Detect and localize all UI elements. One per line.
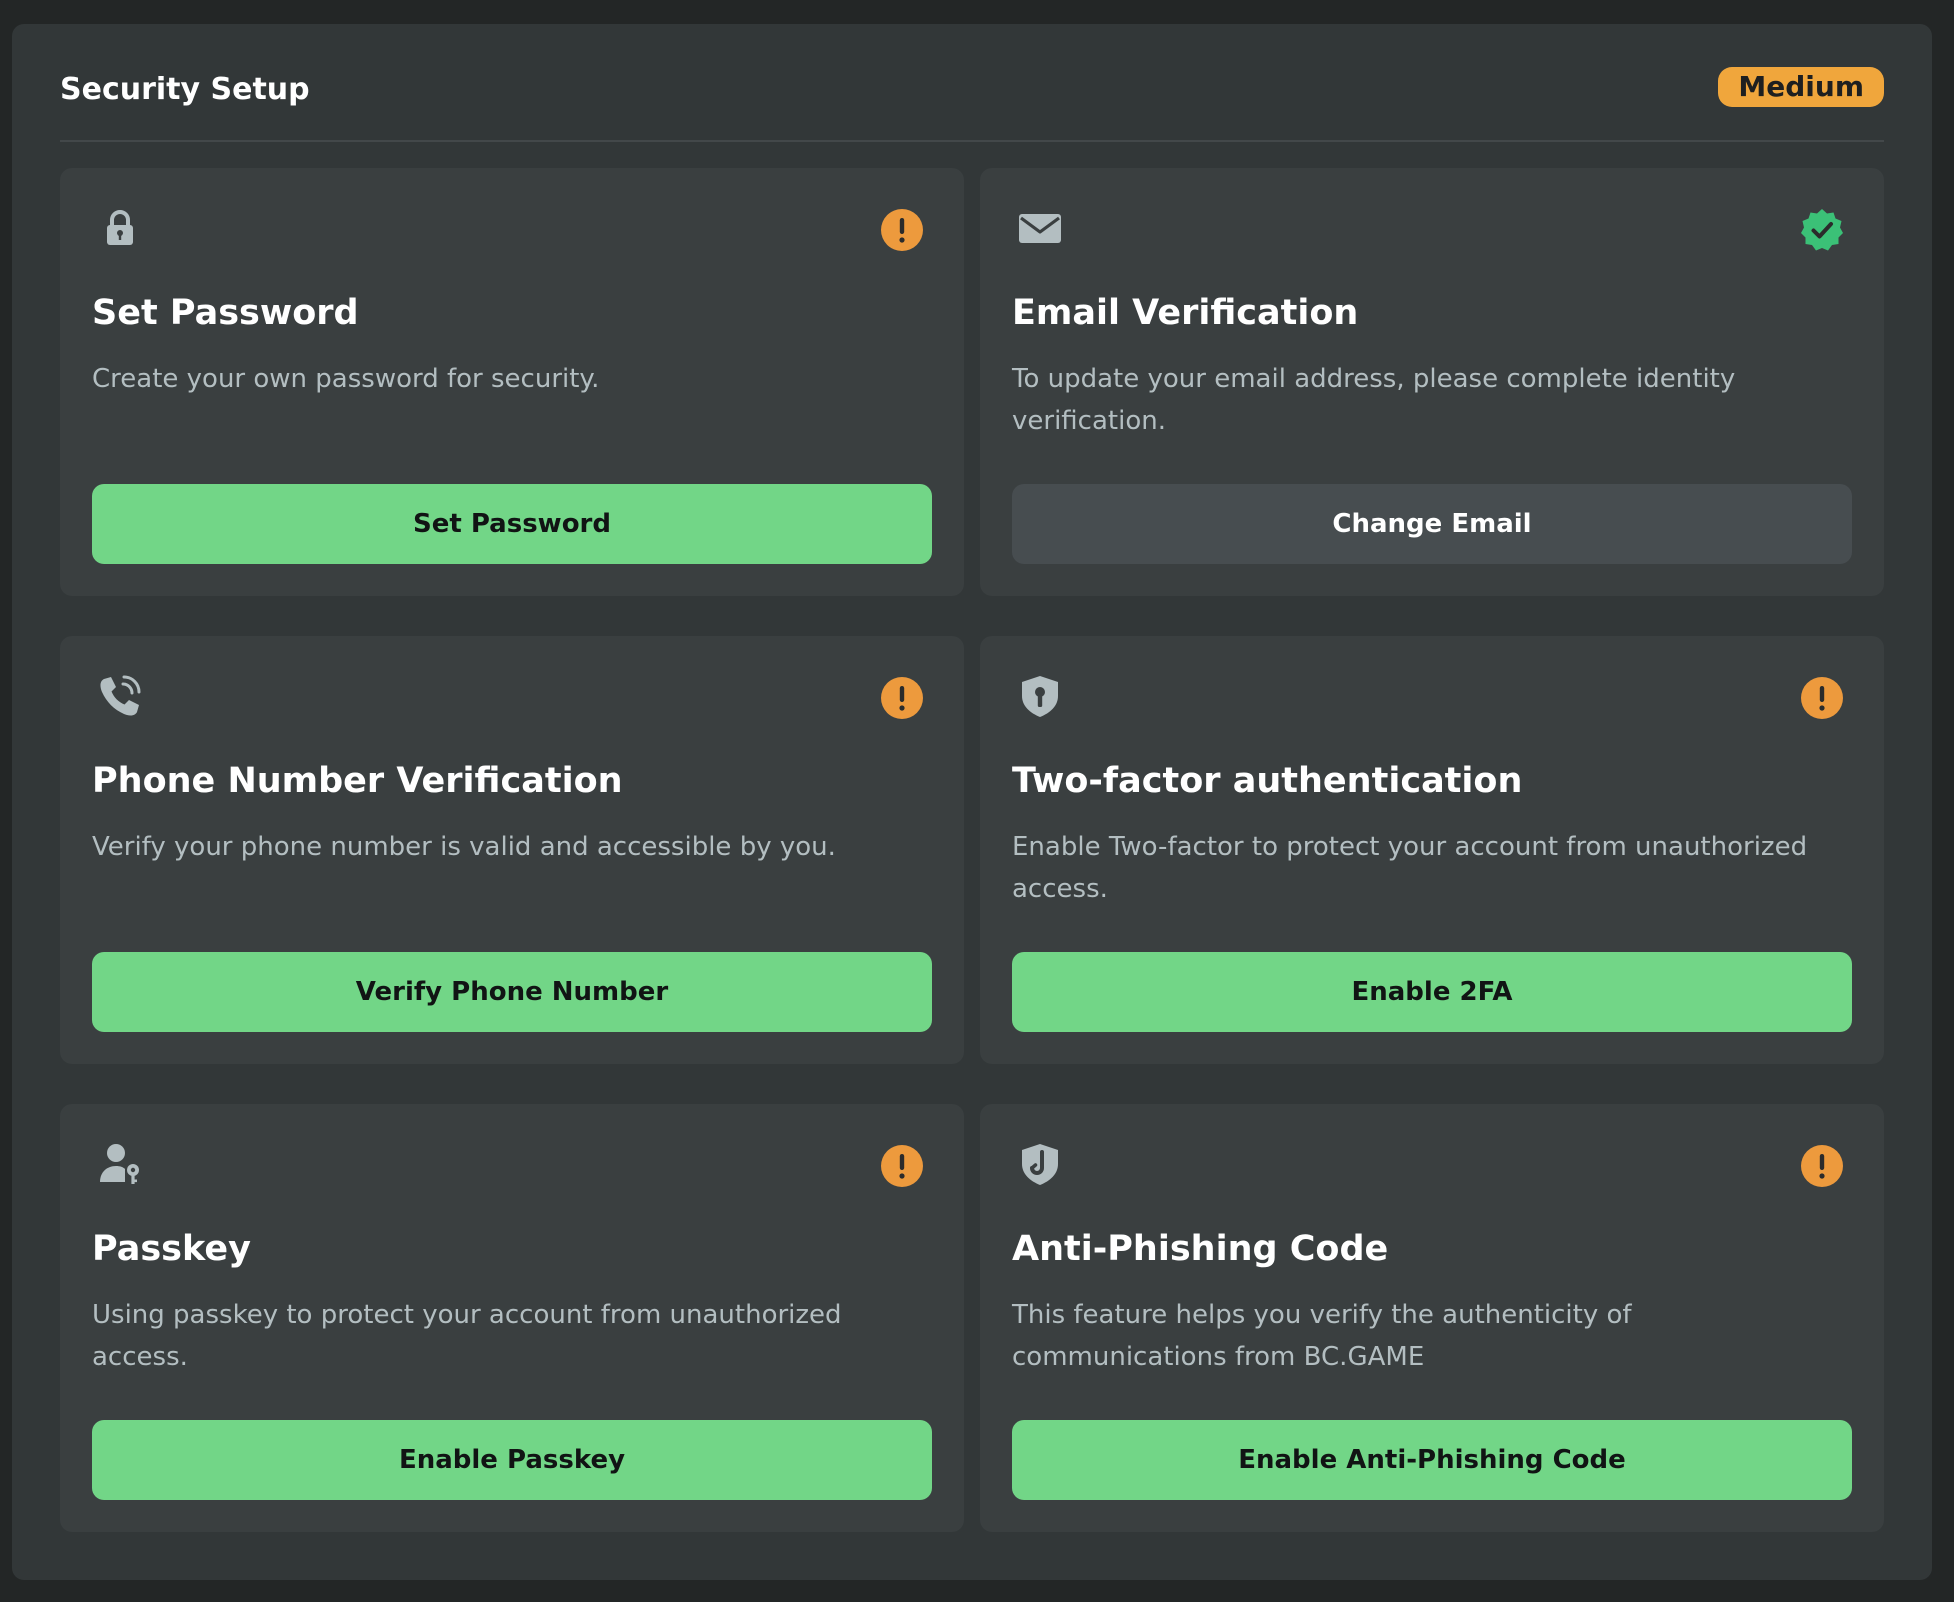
- enable-2fa-button[interactable]: Enable 2FA: [1012, 952, 1852, 1032]
- phone-verification-card: Phone Number Verification Verify your ph…: [60, 636, 964, 1064]
- page-title: Security Setup: [60, 72, 310, 107]
- warning-status-icon: [1800, 676, 1844, 720]
- two-factor-card: Two-factor authentication Enable Two-fac…: [980, 636, 1884, 1064]
- card-description: Using passkey to protect your account fr…: [92, 1300, 842, 1372]
- card-description: To update your email address, please com…: [1012, 364, 1736, 436]
- enable-passkey-button[interactable]: Enable Passkey: [92, 1420, 932, 1500]
- warning-status-icon: [880, 1144, 924, 1188]
- card-title: Phone Number Verification: [92, 761, 623, 801]
- card-title: Two-factor authentication: [1012, 761, 1523, 801]
- security-setup-panel: Security Setup Medium Set Password Creat…: [12, 24, 1932, 1580]
- email-verification-card: Email Verification To update your email …: [980, 168, 1884, 596]
- lock-icon: [98, 206, 142, 250]
- card-description: Create your own password for security.: [92, 364, 600, 394]
- card-description: Verify your phone number is valid and ac…: [92, 832, 836, 862]
- security-level-badge: Medium: [1718, 67, 1884, 107]
- verify-phone-button[interactable]: Verify Phone Number: [92, 952, 932, 1032]
- phone-icon: [98, 674, 142, 718]
- warning-status-icon: [880, 208, 924, 252]
- set-password-button[interactable]: Set Password: [92, 484, 932, 564]
- warning-status-icon: [880, 676, 924, 720]
- enable-anti-phishing-button[interactable]: Enable Anti-Phishing Code: [1012, 1420, 1852, 1500]
- security-options-grid: Set Password Create your own password fo…: [60, 168, 1884, 1532]
- passkey-card: Passkey Using passkey to protect your ac…: [60, 1104, 964, 1532]
- envelope-icon: [1018, 206, 1062, 250]
- user-key-icon: [98, 1142, 142, 1186]
- panel-header: Security Setup Medium: [60, 24, 1884, 142]
- card-title: Passkey: [92, 1229, 251, 1269]
- card-description: Enable Two-factor to protect your accoun…: [1012, 832, 1808, 904]
- set-password-card: Set Password Create your own password fo…: [60, 168, 964, 596]
- verified-check-icon: [1800, 208, 1844, 252]
- warning-status-icon: [1800, 1144, 1844, 1188]
- change-email-button[interactable]: Change Email: [1012, 484, 1852, 564]
- shield-keyhole-icon: [1018, 674, 1062, 718]
- shield-hook-icon: [1018, 1142, 1062, 1186]
- card-title: Email Verification: [1012, 293, 1359, 333]
- card-title: Set Password: [92, 293, 359, 333]
- card-title: Anti-Phishing Code: [1012, 1229, 1389, 1269]
- card-description: This feature helps you verify the authen…: [1012, 1300, 1632, 1372]
- anti-phishing-card: Anti-Phishing Code This feature helps yo…: [980, 1104, 1884, 1532]
